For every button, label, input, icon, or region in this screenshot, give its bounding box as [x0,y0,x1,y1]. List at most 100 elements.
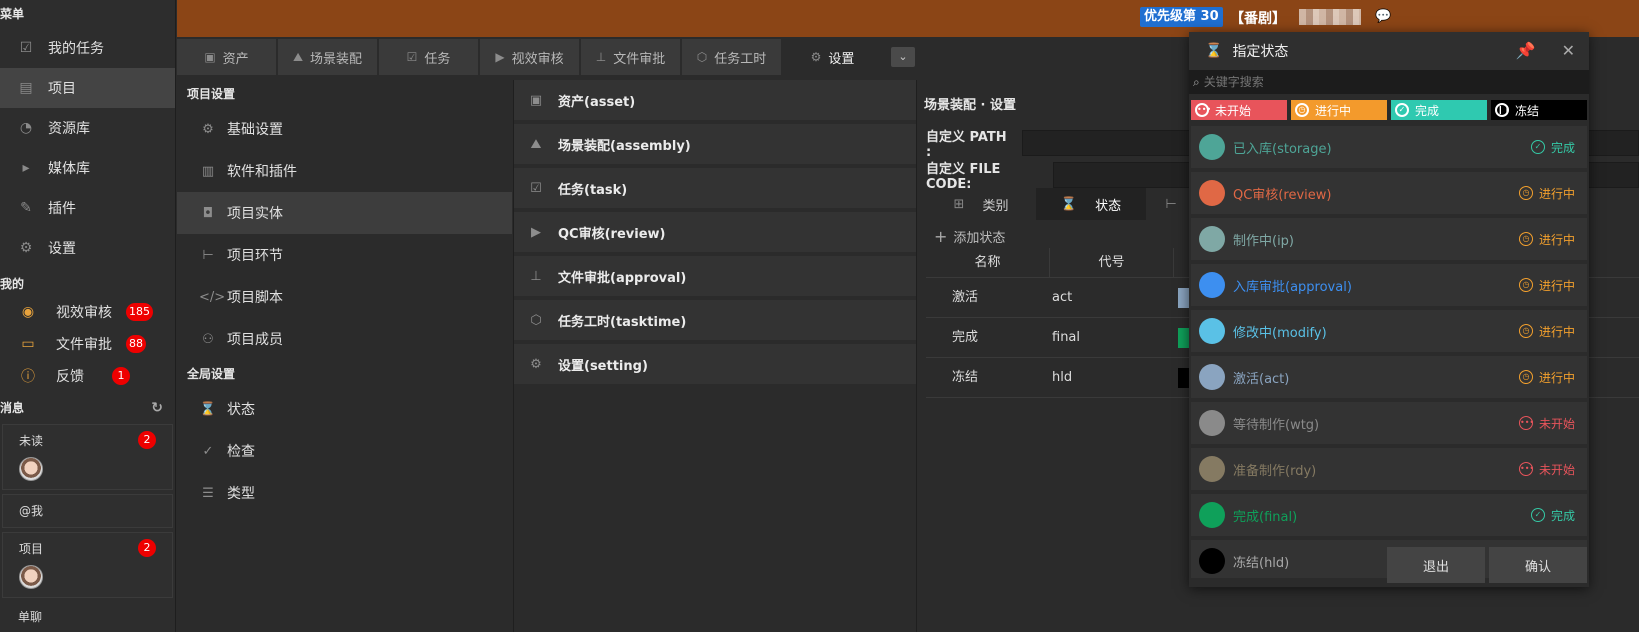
pin-icon[interactable]: 📌 [1516,41,1536,60]
status-option-name: 已入库(storage) [1233,141,1332,157]
sidebar-item-library[interactable]: ◔ 资源库 [0,108,175,148]
tab-approval[interactable]: ⊥ 文件审批 [581,39,680,75]
sidebar-item-project[interactable]: ▤ 项目 [0,68,175,108]
status-option[interactable]: 制作中(ip) ◷ 进行中 [1191,218,1587,260]
status-option-state-label: 进行中 [1538,232,1575,247]
status-option[interactable]: 激活(act) ◷ 进行中 [1191,356,1587,398]
mine-item-approval[interactable]: ▭ 文件审批 88 [0,328,175,360]
count-badge: 2 [138,431,156,449]
ellipsis-icon: ••• [1518,416,1534,430]
settings-item-status[interactable]: ⌛ 状态 [177,388,512,430]
tab-asset[interactable]: ▣ 资产 [177,39,276,75]
entity-asset[interactable]: ▣ 资产(asset) [514,80,916,120]
hourglass-icon: ⌛ [1060,196,1078,212]
clock-icon: ◷ [1295,103,1309,117]
tab-status[interactable]: ⌛ 状态 [1036,188,1146,220]
cancel-button[interactable]: 退出 [1387,547,1485,583]
entity-task[interactable]: ☑ 任务(task) [514,168,916,208]
tab-label: 任务工时 [714,51,767,67]
tab-assembly[interactable]: ⛰ 场景装配 [278,39,377,75]
status-option-state: ◷ 进行中 [1518,369,1575,386]
status-option[interactable]: 已入库(storage) ✓ 完成 [1191,126,1587,168]
tab-settings[interactable]: ⚙ 设置 [783,39,882,75]
tab-task[interactable]: ☑ 任务 [379,39,478,75]
grid-icon: ⊞ [953,196,965,212]
close-icon[interactable]: ✕ [1562,41,1575,60]
sidebar-item-label: 设置 [48,241,76,257]
mine-item-feedback[interactable]: ⓘ 反馈 1 [0,360,175,392]
tab-review[interactable]: ▶ 视效审核 [480,39,579,75]
status-option-state-label: 进行中 [1538,324,1575,339]
settings-item-scripts[interactable]: </> 项目脚本 [177,276,512,318]
plus-icon: + [934,227,948,246]
entity-label: QC审核(review) [558,226,666,242]
chart-icon: ▥ [201,163,215,179]
entity-assembly[interactable]: ⛰ 场景装配(assembly) [514,124,916,164]
entity-review[interactable]: ▶ QC审核(review) [514,212,916,252]
filter-in-progress[interactable]: ◷ 进行中 [1291,100,1387,120]
settings-item-types[interactable]: ☰ 类型 [177,472,512,514]
entity-setting[interactable]: ⚙ 设置(setting) [514,344,916,384]
status-option[interactable]: 入库审批(approval) ◷ 进行中 [1191,264,1587,306]
sidebar-item-plugins[interactable]: ✎ 插件 [0,188,175,228]
message-group-mention[interactable]: @我 [2,494,173,528]
sidebar-item-my-tasks[interactable]: ☑ 我的任务 [0,28,175,68]
add-status-button[interactable]: + 添加状态 [934,227,1005,246]
clock-icon: ◷ [1518,232,1533,246]
status-option[interactable]: 完成(final) ✓ 完成 [1191,494,1587,536]
filter-not-started[interactable]: ••• 未开始 [1191,100,1287,120]
entity-tasktime[interactable]: ⬡ 任务工时(tasktime) [514,300,916,340]
add-status-label: 添加状态 [953,231,1006,246]
status-option[interactable]: 准备制作(rdy) ••• 未开始 [1191,448,1587,490]
filter-label: 未开始 [1215,103,1252,118]
message-group-unread[interactable]: 未读 2 [2,424,173,490]
pause-icon: ❙❙ [1495,103,1510,117]
members-icon: ⚇ [202,331,214,347]
settings-item-check[interactable]: ✓ 检查 [177,430,512,472]
status-option-state: ◷ 进行中 [1518,231,1575,248]
sidebar-item-label: 我的任务 [48,41,104,57]
check-icon: ✓ [202,443,214,459]
tabs-dropdown-button[interactable]: ⌄ [891,47,915,67]
sidebar-item-label: 资源库 [48,121,90,137]
entity-approval[interactable]: ⊥ 文件审批(approval) [514,256,916,296]
status-option-state: ✓ 完成 [1530,139,1575,156]
mine-item-review[interactable]: ◉ 视效审核 185 [0,296,175,328]
search-input[interactable] [1203,75,1564,89]
tab-label: 文件审批 [613,51,666,67]
confirm-button[interactable]: 确认 [1489,547,1587,583]
status-color-dot [1199,456,1225,482]
settings-item-label: 检查 [227,444,255,460]
sidebar-item-settings[interactable]: ⚙ 设置 [0,228,175,268]
detail-tabs: ⊞ 类别 ⌛ 状态 ⊢ [926,188,1196,220]
settings-item-pipeline[interactable]: ⊢ 项目环节 [177,234,512,276]
status-options-list: 已入库(storage) ✓ 完成 QC审核(review) ◷ 进行中 制作中(ip) ◷ 进… [1189,126,1589,578]
tab-category[interactable]: ⊞ 类别 [926,188,1036,220]
settings-item-basic[interactable]: ⚙ 基础设置 [177,108,512,150]
status-option[interactable]: 等待制作(wtg) ••• 未开始 [1191,402,1587,444]
project-settings-heading: 项目设置 [187,87,236,101]
settings-item-entities[interactable]: ◘ 项目实体 [177,192,512,234]
refresh-icon[interactable]: ↻ [151,396,163,420]
single-chat-label[interactable]: 单聊 [0,602,175,631]
mine-section-title: 我的 [0,272,175,296]
status-color-dot [1199,272,1225,298]
tab-label: 设置 [828,51,855,67]
filter-frozen[interactable]: ❙❙ 冻结 [1491,100,1587,120]
message-group-project[interactable]: 项目 2 [2,532,173,598]
check-icon: ✓ [1530,140,1545,154]
status-option-name: QC审核(review) [1233,187,1332,203]
status-option[interactable]: 修改中(modify) ◷ 进行中 [1191,310,1587,352]
column-header-name: 名称 [926,248,1050,277]
status-option-state: ◷ 进行中 [1518,323,1575,340]
filter-label: 完成 [1415,103,1440,118]
filter-done[interactable]: ✓ 完成 [1391,100,1487,120]
settings-item-software[interactable]: ▥ 软件和插件 [177,150,512,192]
status-option-name: 激活(act) [1233,371,1290,387]
tab-tasktime[interactable]: ⬡ 任务工时 [682,39,781,75]
menu-title: 菜单 [0,7,25,21]
chat-icon[interactable]: 💬 [1375,9,1391,24]
sidebar-item-media[interactable]: ▸ 媒体库 [0,148,175,188]
status-option[interactable]: QC审核(review) ◷ 进行中 [1191,172,1587,214]
settings-item-members[interactable]: ⚇ 项目成员 [177,318,512,360]
